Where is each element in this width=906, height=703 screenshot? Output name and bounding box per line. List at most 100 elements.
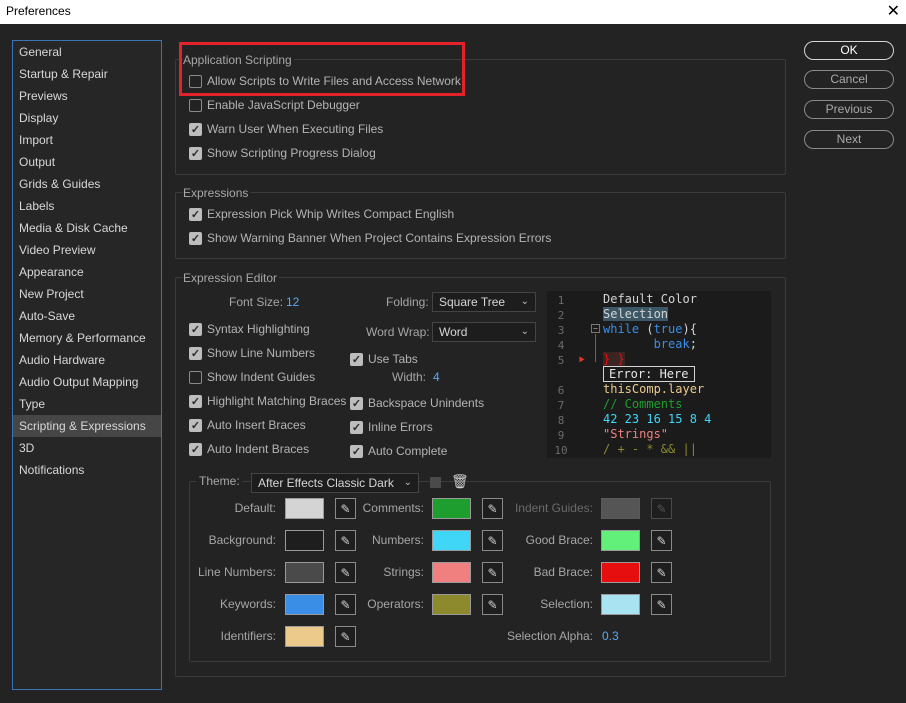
next-button[interactable]: Next (804, 130, 894, 149)
show-indent-guides-checkbox[interactable]: Show Indent Guides (189, 370, 315, 384)
sidebar-item-display[interactable]: Display (13, 107, 161, 129)
sidebar-item-startup-repair[interactable]: Startup & Repair (13, 63, 161, 85)
pick-whip-label: Expression Pick Whip Writes Compact Engl… (207, 207, 455, 221)
warn-user-checkbox[interactable]: ✓ Warn User When Executing Files (189, 122, 383, 136)
bad-brace-color-swatch[interactable] (601, 562, 640, 583)
folding-label: Folding: (386, 295, 429, 309)
sidebar-item-grids-guides[interactable]: Grids & Guides (13, 173, 161, 195)
sidebar-item-type[interactable]: Type (13, 393, 161, 415)
show-line-numbers-checkbox[interactable]: ✓ Show Line Numbers (189, 346, 315, 360)
selection-alpha-label: Selection Alpha: (506, 629, 593, 643)
close-icon[interactable]: ✕ (887, 1, 900, 21)
sidebar-item-general[interactable]: General (13, 41, 161, 63)
sidebar-item-3d[interactable]: 3D (13, 437, 161, 459)
theme-dropdown[interactable]: After Effects Classic Dark ⌄ (251, 473, 419, 493)
auto-complete-label: Auto Complete (368, 444, 448, 458)
inline-errors-checkbox[interactable]: ✓ Inline Errors (350, 420, 433, 434)
width-value[interactable]: 4 (433, 370, 440, 384)
eyedropper-icon[interactable]: ✎ (335, 626, 356, 647)
syntax-highlighting-checkbox[interactable]: ✓ Syntax Highlighting (189, 322, 310, 336)
font-size-value[interactable]: 12 (286, 295, 299, 309)
pick-whip-checkbox[interactable]: ✓ Expression Pick Whip Writes Compact Eng… (189, 207, 454, 221)
strings-color-swatch[interactable] (432, 562, 471, 583)
fold-toggle-icon[interactable]: − (591, 324, 600, 333)
keywords-color-swatch[interactable] (285, 594, 324, 615)
sidebar-item-appearance[interactable]: Appearance (13, 261, 161, 283)
selection-color-swatch[interactable] (601, 594, 640, 615)
backspace-unindents-checkbox[interactable]: ✓ Backspace Unindents (350, 396, 484, 410)
code-while-line: while (true){ (603, 322, 697, 336)
auto-indent-braces-label: Auto Indent Braces (207, 442, 310, 456)
warning-banner-label: Show Warning Banner When Project Contain… (207, 231, 552, 245)
line-numbers-color-swatch[interactable] (285, 562, 324, 583)
checkbox-box: ✓ (189, 346, 202, 360)
numbers-color-label: Numbers: (371, 533, 424, 547)
folding-value: Square Tree (439, 295, 506, 309)
checkbox-box (189, 98, 202, 112)
code-selection: Selection (603, 307, 669, 321)
save-theme-icon[interactable] (430, 477, 441, 488)
sidebar-item-import[interactable]: Import (13, 129, 161, 151)
sidebar-item-media-disk-cache[interactable]: Media & Disk Cache (13, 217, 161, 239)
word-wrap-value: Word (439, 325, 468, 339)
expression-editor-title: Expression Editor (183, 271, 280, 285)
operators-color-swatch[interactable] (432, 594, 471, 615)
comments-color-swatch[interactable] (432, 498, 471, 519)
good-brace-color-swatch[interactable] (601, 530, 640, 551)
checkbox-box: ✓ (189, 418, 202, 432)
line-number: 1 (557, 294, 565, 307)
sidebar-item-memory-performance[interactable]: Memory & Performance (13, 327, 161, 349)
checkbox-box: ✓ (189, 322, 202, 336)
line-number: 8 (557, 414, 565, 427)
sidebar-item-video-preview[interactable]: Video Preview (13, 239, 161, 261)
folding-dropdown[interactable]: Square Tree ⌄ (432, 292, 536, 312)
sidebar-item-notifications[interactable]: Notifications (13, 459, 161, 481)
auto-indent-braces-checkbox[interactable]: ✓ Auto Indent Braces (189, 442, 309, 456)
identifiers-color-label: Identifiers: (220, 629, 276, 643)
sidebar-item-auto-save[interactable]: Auto-Save (13, 305, 161, 327)
use-tabs-checkbox[interactable]: ✓ Use Tabs (350, 352, 418, 366)
good-brace-color-label: Good Brace: (525, 533, 593, 547)
sidebar-item-previews[interactable]: Previews (13, 85, 161, 107)
ok-button[interactable]: OK (804, 41, 894, 60)
previous-button[interactable]: Previous (804, 100, 894, 119)
theme-label: Theme: (196, 474, 242, 488)
eyedropper-icon[interactable]: ✎ (651, 530, 672, 551)
fold-guide-line (595, 334, 596, 362)
operators-color-label: Operators: (367, 597, 424, 611)
highlight-braces-checkbox[interactable]: ✓ Highlight Matching Braces (189, 394, 346, 408)
auto-complete-checkbox[interactable]: ✓ Auto Complete (350, 444, 447, 458)
sidebar-item-audio-output-mapping[interactable]: Audio Output Mapping (13, 371, 161, 393)
enable-debugger-label: Enable JavaScript Debugger (207, 98, 360, 112)
sidebar-item-new-project[interactable]: New Project (13, 283, 161, 305)
eyedropper-icon[interactable]: ✎ (651, 594, 672, 615)
show-progress-label: Show Scripting Progress Dialog (207, 146, 376, 160)
inline-errors-label: Inline Errors (368, 420, 433, 434)
sidebar-item-labels[interactable]: Labels (13, 195, 161, 217)
numbers-color-swatch[interactable] (432, 530, 471, 551)
background-color-swatch[interactable] (285, 530, 324, 551)
code-strings: "Strings" (603, 427, 669, 441)
highlight-annotation-box (179, 42, 465, 96)
auto-insert-braces-label: Auto Insert Braces (207, 418, 306, 432)
sidebar-item-audio-hardware[interactable]: Audio Hardware (13, 349, 161, 371)
sidebar-item-output[interactable]: Output (13, 151, 161, 173)
auto-insert-braces-checkbox[interactable]: ✓ Auto Insert Braces (189, 418, 306, 432)
sidebar-item-scripting-expressions[interactable]: Scripting & Expressions (13, 415, 161, 437)
default-color-swatch[interactable] (285, 498, 324, 519)
eyedropper-icon[interactable]: ✎ (651, 562, 672, 583)
word-wrap-label: Word Wrap: (366, 325, 430, 339)
delete-theme-icon[interactable]: 🗑 (451, 473, 469, 490)
checkbox-box: ✓ (350, 420, 363, 434)
word-wrap-dropdown[interactable]: Word ⌄ (432, 322, 536, 342)
enable-debugger-checkbox[interactable]: Enable JavaScript Debugger (189, 98, 360, 112)
selection-alpha-value[interactable]: 0.3 (602, 629, 619, 643)
use-tabs-label: Use Tabs (368, 352, 418, 366)
eyedropper-icon: ✎ (651, 498, 672, 519)
cancel-button[interactable]: Cancel (804, 70, 894, 89)
code-comment: // Comments (603, 397, 683, 411)
warning-banner-checkbox[interactable]: ✓ Show Warning Banner When Project Contai… (189, 231, 551, 245)
identifiers-color-swatch[interactable] (285, 626, 324, 647)
show-progress-checkbox[interactable]: ✓ Show Scripting Progress Dialog (189, 146, 376, 160)
